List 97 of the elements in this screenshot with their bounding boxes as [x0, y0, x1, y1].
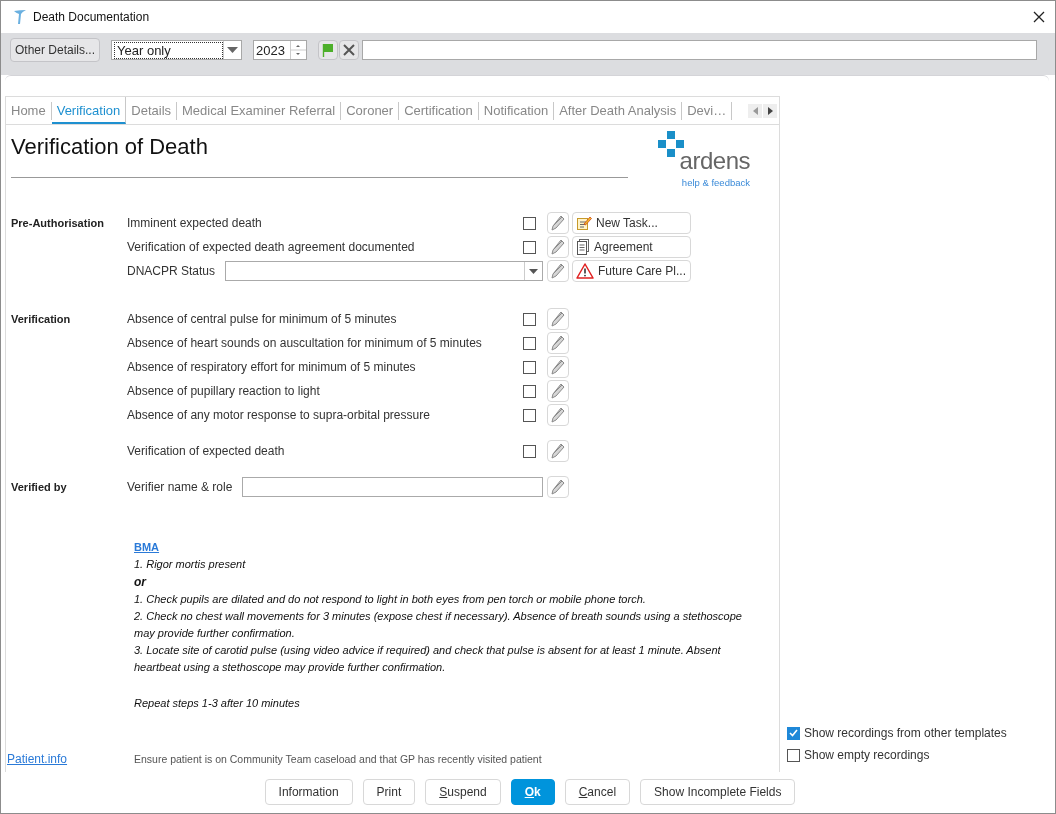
pencil-icon — [551, 359, 565, 375]
dropdown[interactable] — [225, 261, 543, 281]
logo-text: ardens — [679, 151, 750, 171]
checkbox[interactable] — [523, 240, 536, 254]
edit-button[interactable] — [547, 236, 569, 258]
scroll-right-button[interactable] — [763, 103, 777, 118]
action-button[interactable]: Future Care Pl... — [572, 260, 691, 282]
task-icon — [576, 215, 592, 231]
checkbox[interactable] — [523, 312, 536, 326]
tab[interactable]: Medical Examiner Referral — [177, 101, 342, 120]
field-label: Absence of respiratory effort for minimum of 5 minutes — [127, 360, 417, 374]
checkbox[interactable] — [523, 336, 536, 350]
app-icon — [13, 9, 27, 25]
pencil-icon — [551, 335, 565, 351]
dialog-button[interactable]: Suspend — [425, 779, 501, 805]
field-label: DNACPR Status — [127, 264, 216, 278]
pencil-icon — [551, 311, 565, 327]
caret-icon — [529, 268, 538, 274]
flag-icon — [322, 43, 335, 57]
right-arrow-icon — [767, 106, 773, 115]
pencil-icon — [551, 443, 565, 459]
field-label: Absence of pupillary reaction to light — [127, 384, 321, 398]
page-title: Verification of Death — [11, 134, 208, 160]
dialog-button[interactable]: Information — [264, 779, 353, 805]
field-label: Verification of expected death — [127, 444, 286, 458]
pencil-icon — [551, 239, 565, 255]
check-icon — [789, 729, 798, 737]
field-label: Absence of any motor response to supra-orbital pressure — [127, 408, 431, 422]
caret-icon — [227, 47, 239, 53]
guidance-text: or — [134, 574, 148, 591]
edit-button[interactable] — [547, 380, 569, 402]
help-link[interactable]: help & feedback — [681, 177, 750, 188]
tab[interactable]: Coroner — [341, 101, 400, 120]
dialog-button[interactable]: Show Incomplete Fields — [640, 779, 796, 805]
field-label: Absence of heart sounds on auscultation for minimum of 5 minutes — [127, 336, 483, 350]
checkbox[interactable] — [787, 748, 800, 762]
date-precision-dropdown[interactable]: Year only — [111, 40, 243, 60]
guidance-text: 2. Check no chest wall movements for 3 minutes (expose chest if necessary). Absence of breath sounds using a stethoscope may provide further confirmation. — [134, 609, 743, 641]
edit-button[interactable] — [547, 212, 569, 234]
tab[interactable]: Home — [6, 101, 52, 120]
other-details-button[interactable]: Other Details... — [10, 38, 101, 62]
checkbox[interactable] — [523, 360, 536, 374]
checkbox[interactable] — [523, 444, 536, 458]
warning-icon — [576, 263, 594, 279]
bma-link[interactable]: BMA — [134, 538, 160, 556]
pencil-icon — [551, 263, 565, 279]
checkbox[interactable] — [787, 726, 800, 740]
pencil-icon — [551, 479, 565, 495]
close-icon[interactable] — [1033, 11, 1045, 23]
pencil-icon — [551, 383, 565, 399]
clear-button[interactable] — [339, 40, 360, 60]
field-label: Verifier name & role — [127, 480, 233, 494]
checkbox[interactable] — [523, 408, 536, 422]
input-field[interactable] — [362, 40, 1037, 60]
dialog-button[interactable]: Print — [362, 779, 416, 805]
edit-button[interactable] — [547, 260, 569, 282]
edit-button[interactable] — [547, 332, 569, 354]
window-title: Death Documentation — [33, 10, 151, 24]
checkbox[interactable] — [523, 384, 536, 398]
spinner-arrows-icon — [290, 41, 307, 59]
guidance-text: 1. Check pupils are dilated and do not respond to light in both eyes from pen torch or mobile phone torch. — [134, 592, 647, 607]
option-label: Show empty recordings — [804, 748, 930, 762]
tab[interactable]: After Death Analysis — [554, 101, 683, 120]
action-button[interactable]: Agreement — [572, 236, 691, 258]
edit-button[interactable] — [547, 440, 569, 462]
option-label: Show recordings from other templates — [804, 726, 1007, 740]
action-button[interactable]: New Task... — [572, 212, 691, 234]
pencil-icon — [551, 215, 565, 231]
year-spinner[interactable]: 2023 — [253, 40, 308, 60]
footer-note: Ensure patient is on Community Team caseload and that GP has recently visited patient — [134, 753, 542, 765]
guidance-text: 1. Rigor mortis present — [134, 557, 247, 572]
close-icon — [343, 44, 356, 56]
field-label: Absence of central pulse for minimum of 5 minutes — [127, 312, 398, 326]
dialog-button[interactable]: Cancel — [564, 779, 631, 805]
edit-button[interactable] — [547, 404, 569, 426]
field-label: Verification of expected death agreement documented — [127, 240, 416, 254]
dialog-button[interactable]: Ok — [510, 779, 555, 805]
edit-button[interactable] — [547, 308, 569, 330]
pencil-icon — [551, 407, 565, 423]
input-field[interactable] — [242, 477, 543, 497]
guidance-text: 3. Locate site of carotid pulse (using video advice if required) and check that pulse is absent for at least 1 minute. Absent heartbeat using a stethoscope may provide further confirmation. — [134, 643, 722, 675]
edit-button[interactable] — [547, 356, 569, 378]
guidance-text: Repeat steps 1-3 after 10 minutes — [134, 696, 301, 711]
field-label: Imminent expected death — [127, 216, 263, 230]
edit-button[interactable] — [547, 476, 569, 498]
checkbox[interactable] — [523, 216, 536, 230]
tab[interactable]: Verification — [51, 97, 127, 124]
tab[interactable]: Devi… — [682, 101, 733, 120]
left-arrow-icon — [752, 106, 758, 115]
patient-info-link[interactable]: Patient.info — [7, 752, 134, 766]
tab[interactable]: Notification — [478, 101, 555, 120]
tab[interactable]: Details — [126, 101, 178, 120]
document-icon — [576, 239, 590, 255]
section-title: Verification — [11, 312, 72, 327]
section-title: Verified by — [11, 480, 68, 495]
section-title: Pre-Authorisation — [11, 216, 105, 231]
tab[interactable]: Certification — [399, 101, 479, 120]
